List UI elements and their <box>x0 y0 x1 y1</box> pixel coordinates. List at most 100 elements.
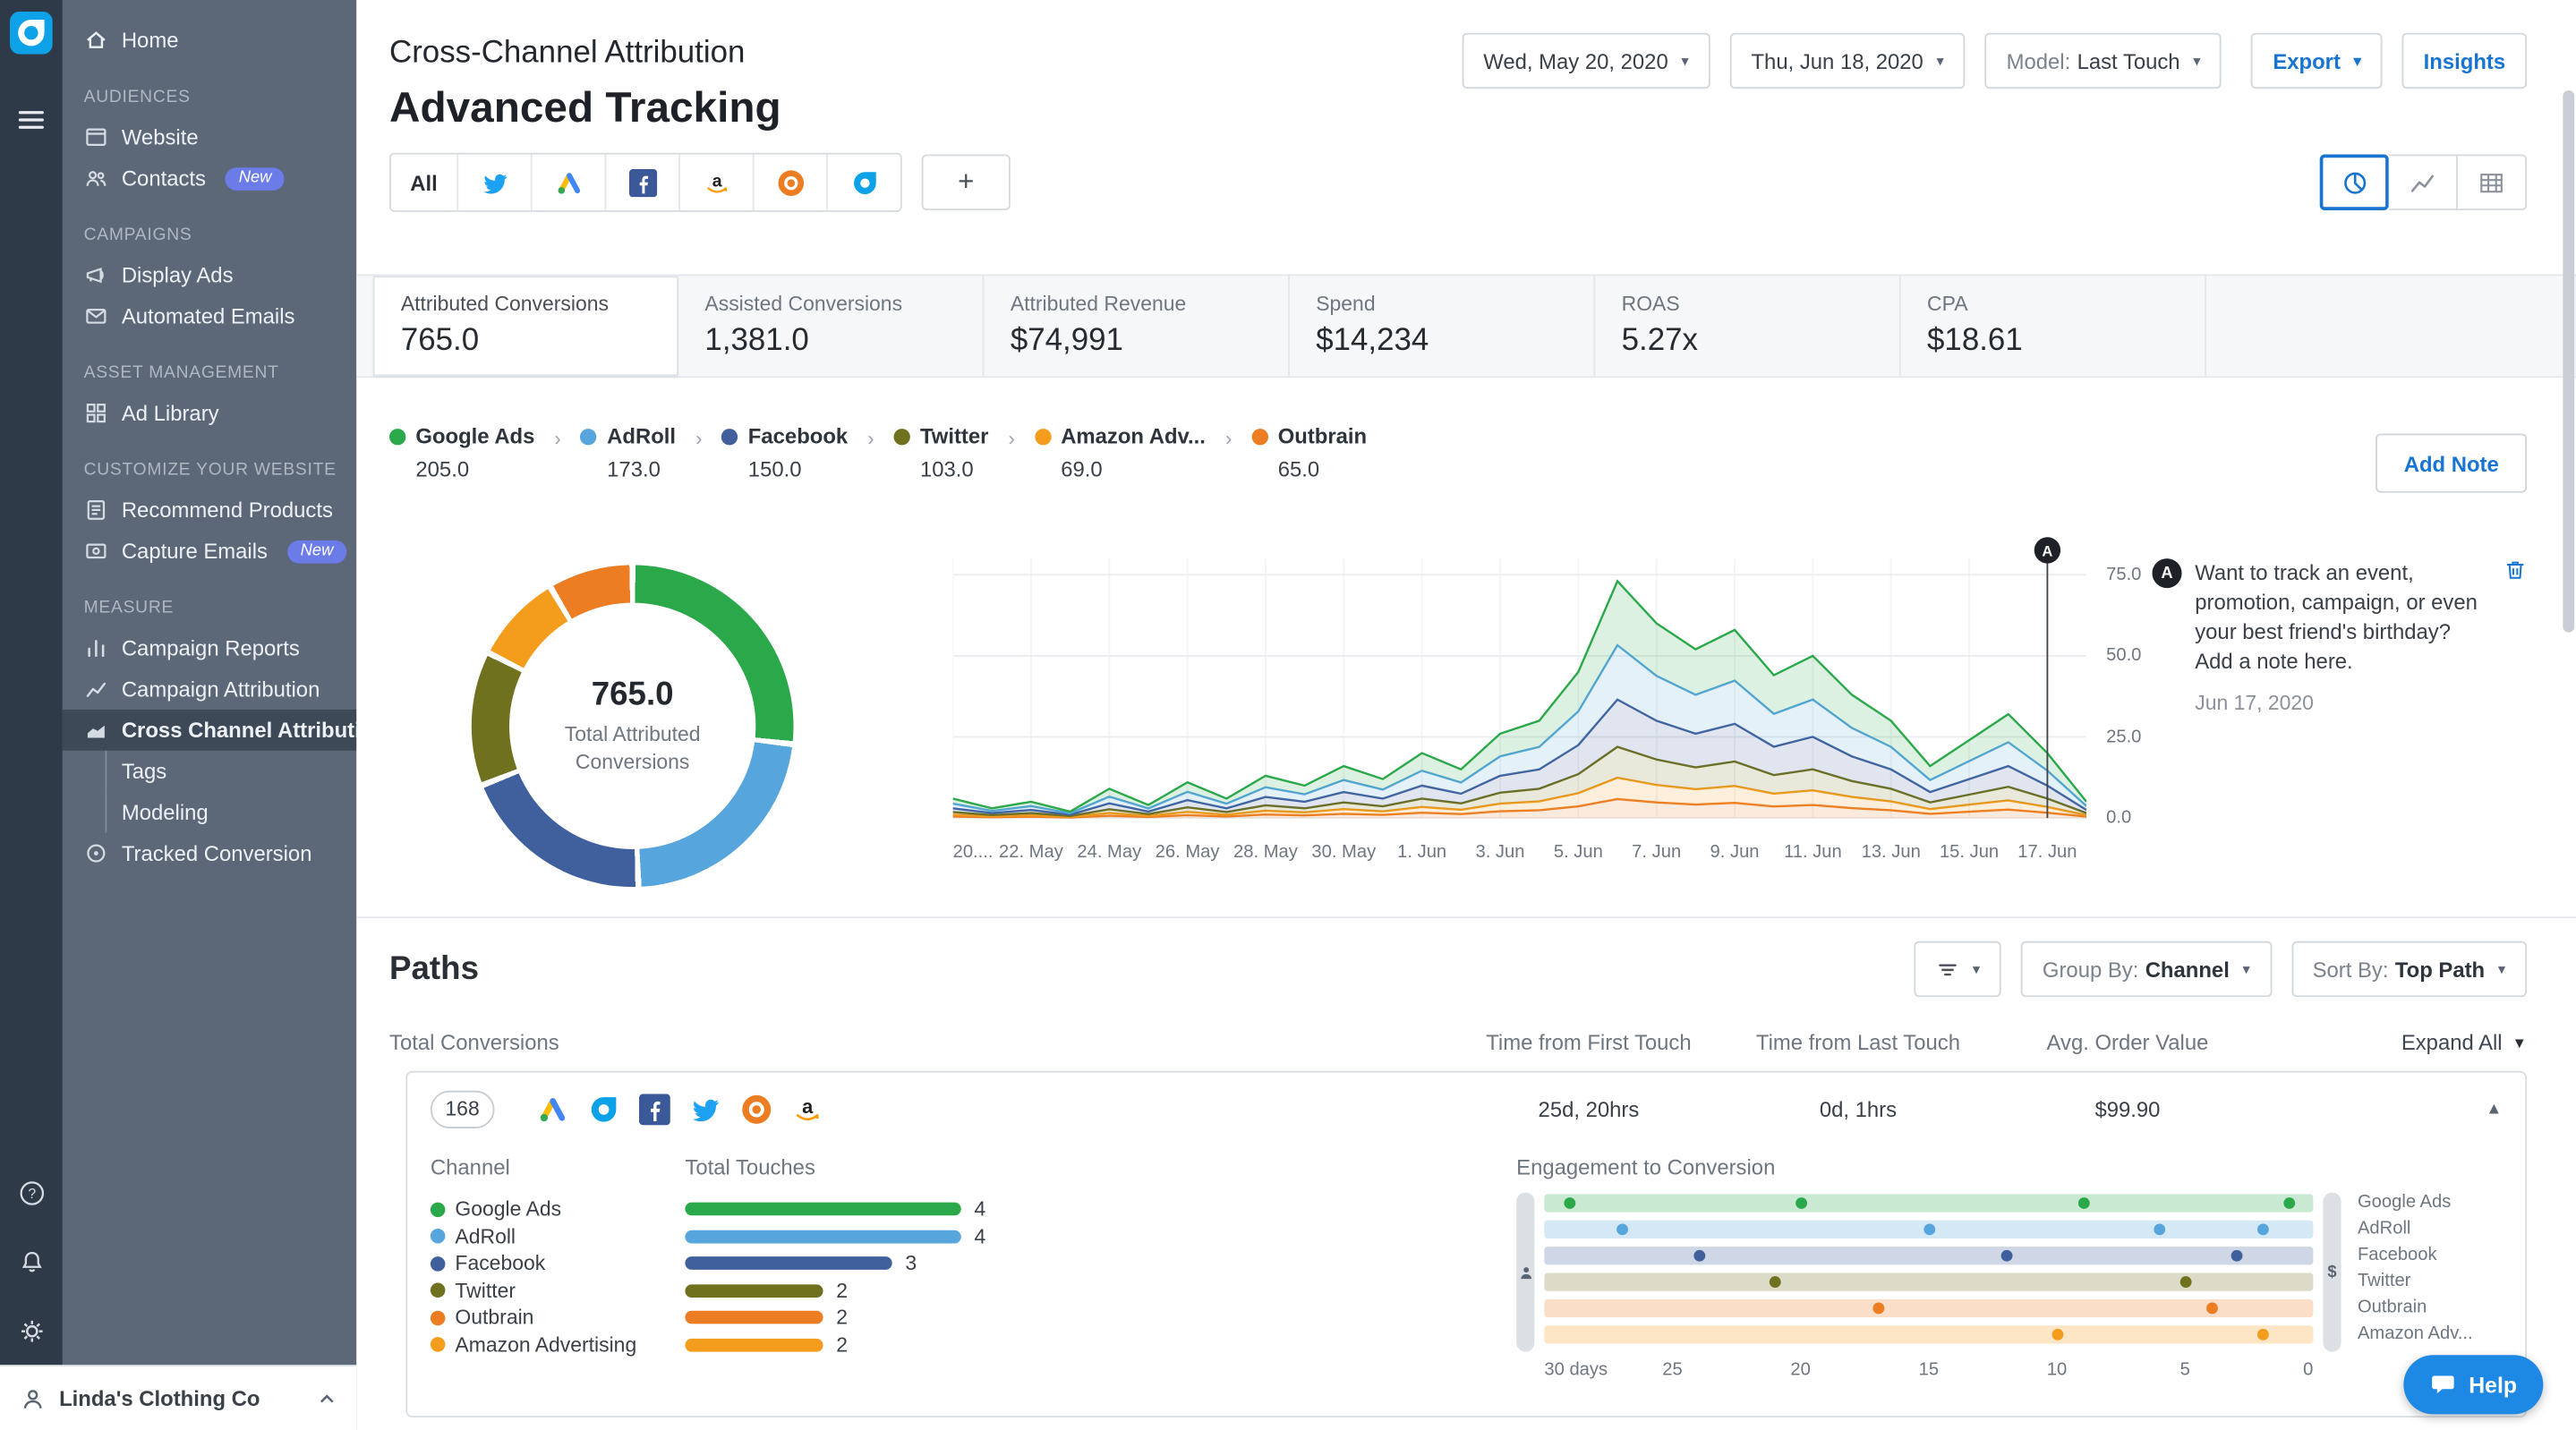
account-switcher[interactable]: Linda's Clothing Co <box>0 1365 356 1430</box>
expand-all-button[interactable]: Expand All ▼ <box>2262 1030 2527 1055</box>
sidebar-item-label: Contacts <box>122 166 206 191</box>
tab-google-ads[interactable] <box>531 155 605 210</box>
tab-all-channels[interactable]: All <box>391 155 456 210</box>
add-note-button[interactable]: Add Note <box>2376 434 2527 493</box>
metric-spend[interactable]: Spend$14,234 <box>1290 276 1595 376</box>
metric-roas[interactable]: ROAS5.27x <box>1595 276 1900 376</box>
collapse-row-icon[interactable]: ▲ <box>2262 1100 2502 1118</box>
paths-filter-dropdown[interactable]: ▾ <box>1914 941 2001 997</box>
outbrain-icon <box>776 168 804 196</box>
sidebar-item-ad-library[interactable]: Ad Library <box>63 393 357 434</box>
touches-bar <box>685 1338 823 1351</box>
x-axis-tick: 15. Jun <box>1940 843 1999 863</box>
sidebar-item-recommend-products[interactable]: Recommend Products <box>63 489 357 531</box>
sidebar-item-modeling[interactable]: Modeling <box>63 792 357 833</box>
facebook-icon <box>628 168 656 196</box>
view-toggle-table[interactable] <box>2458 155 2527 210</box>
sidebar-item-tracked-conversion[interactable]: Tracked Conversion <box>63 833 357 874</box>
breakdown-item-twitter[interactable]: Twitter103.0 <box>894 424 989 481</box>
chevron-right-icon: › <box>1008 424 1014 450</box>
time-first-touch-value: 25d, 20hrs <box>1454 1096 1723 1121</box>
insights-label: Insights <box>2424 48 2505 73</box>
path-row[interactable]: 168 a 25d, 20hrs 0d, 1hrs $99.90 ▲ <box>407 1073 2525 1145</box>
touch-dot <box>1565 1197 1576 1209</box>
tab-twitter[interactable] <box>456 155 531 210</box>
channel-color-dot <box>581 428 597 444</box>
sidebar-item-cross-channel-attribution[interactable]: Cross Channel Attribution <box>63 710 357 751</box>
sidebar-item-website[interactable]: Website <box>63 116 357 157</box>
settings-gear-icon[interactable] <box>17 1317 45 1345</box>
breakdown-item-facebook[interactable]: Facebook150.0 <box>721 424 848 481</box>
export-button[interactable]: Export ▾ <box>2251 33 2382 89</box>
caret-down-icon: ▾ <box>1973 960 1980 978</box>
sidebar-item-capture-emails[interactable]: Capture EmailsNew <box>63 531 357 572</box>
page-header: Cross-Channel Attribution Advanced Track… <box>356 0 2576 133</box>
engagement-left-handle[interactable] <box>1516 1193 1534 1352</box>
metric-cpa[interactable]: CPA$18.61 <box>1901 276 2206 376</box>
hamburger-menu-icon[interactable] <box>16 105 46 134</box>
breakdown-item-google-ads[interactable]: Google Ads 205.0 <box>389 424 534 481</box>
scrollbar[interactable] <box>2563 0 2574 1430</box>
engagement-band-adroll <box>1544 1221 2313 1238</box>
breakdown-item-amazon-adv[interactable]: Amazon Adv...69.0 <box>1035 424 1206 481</box>
tab-outbrain[interactable] <box>753 155 827 210</box>
breakdown-item-adroll[interactable]: AdRoll173.0 <box>581 424 676 481</box>
sidebar-item-campaign-attribution[interactable]: Campaign Attribution <box>63 668 357 710</box>
engagement-right-handle[interactable]: $ <box>2323 1193 2341 1352</box>
view-toggle-overview[interactable] <box>2320 155 2389 210</box>
y-axis-tick: 0.0 <box>2106 808 2131 828</box>
help-icon[interactable]: ? <box>17 1179 45 1207</box>
sidebar-item-home[interactable]: Home <box>63 20 357 61</box>
tab-facebook[interactable] <box>604 155 678 210</box>
view-toggle-line[interactable] <box>2389 155 2458 210</box>
group-by-dropdown[interactable]: Group By: Channel ▾ <box>2021 941 2272 997</box>
area-chart-x-axis: 20....22. May24. May26. May28. May30. Ma… <box>953 843 2086 869</box>
breakdown-item-outbrain[interactable]: Outbrain65.0 <box>1251 424 1367 481</box>
scrollbar-thumb[interactable] <box>2563 90 2574 633</box>
home-icon <box>84 28 109 53</box>
touch-dot <box>2256 1329 2268 1341</box>
metric-attributed-revenue[interactable]: Attributed Revenue$74,991 <box>984 276 1289 376</box>
add-channel-button[interactable]: + <box>922 155 1011 210</box>
group-by-label: Group By: <box>2043 957 2138 982</box>
insights-button[interactable]: Insights <box>2402 33 2527 89</box>
tab-amazon[interactable]: a <box>678 155 753 210</box>
sidebar-item-campaign-reports[interactable]: Campaign Reports <box>63 627 357 668</box>
engagement-band-google-ads <box>1544 1194 2313 1212</box>
touches-row-google-ads: Google Ads4 <box>431 1196 1284 1222</box>
engagement-x-tick: 25 <box>1662 1360 1682 1380</box>
channel-color-dot <box>1251 428 1267 444</box>
paths-header: Paths ▾ Group By: Channel ▾ Sort By: Top… <box>389 941 2527 997</box>
page-subtitle: Advanced Tracking <box>389 82 2527 133</box>
account-name: Linda's Clothing Co <box>59 1386 303 1411</box>
engagement-band-facebook <box>1544 1247 2313 1264</box>
tab-adroll[interactable] <box>826 155 900 210</box>
notifications-bell-icon[interactable] <box>17 1248 45 1276</box>
bar-chart-icon <box>84 635 109 660</box>
sidebar-item-automated-emails[interactable]: Automated Emails <box>63 295 357 336</box>
sidebar-item-display-ads[interactable]: Display Ads <box>63 255 357 296</box>
end-date-picker[interactable]: Thu, Jun 18, 2020 ▾ <box>1730 33 1966 89</box>
channel-name: Google Ads <box>415 424 534 449</box>
channel-value: 205.0 <box>415 456 534 481</box>
sidebar-nav: Home AUDIENCESWebsiteContactsNewCAMPAIGN… <box>63 0 357 1355</box>
sort-by-dropdown[interactable]: Sort By: Top Path ▾ <box>2291 941 2527 997</box>
adroll-logo-icon[interactable] <box>10 12 53 55</box>
attribution-visualization: Google Ads205.0›AdRoll173.0›Facebook150.… <box>356 378 2576 918</box>
delete-note-icon[interactable] <box>2503 558 2527 582</box>
person-icon <box>1517 1264 1533 1280</box>
app-root: ? Home AUDIENCESWebsiteContactsNewCAMPAI… <box>0 0 2576 1430</box>
help-button[interactable]: Help <box>2403 1355 2544 1414</box>
adroll-icon <box>850 168 878 196</box>
dollar-icon: $ <box>2327 1263 2336 1281</box>
metrics-strip: Attributed Conversions765.0Assisted Conv… <box>356 275 2576 379</box>
metric-assisted-conversions[interactable]: Assisted Conversions1,381.0 <box>678 276 984 376</box>
metric-attributed-conversions[interactable]: Attributed Conversions765.0 <box>373 276 678 376</box>
sidebar-item-contacts[interactable]: ContactsNew <box>63 157 357 199</box>
area-chart-svg: A <box>953 535 2086 828</box>
time-last-touch-value: 0d, 1hrs <box>1723 1096 1992 1121</box>
start-date-picker[interactable]: Wed, May 20, 2020 ▾ <box>1462 33 1710 89</box>
model-dropdown[interactable]: Model: Last Touch ▾ <box>1985 33 2222 89</box>
touches-count: 3 <box>905 1252 917 1275</box>
sidebar-item-tags[interactable]: Tags <box>63 751 357 792</box>
